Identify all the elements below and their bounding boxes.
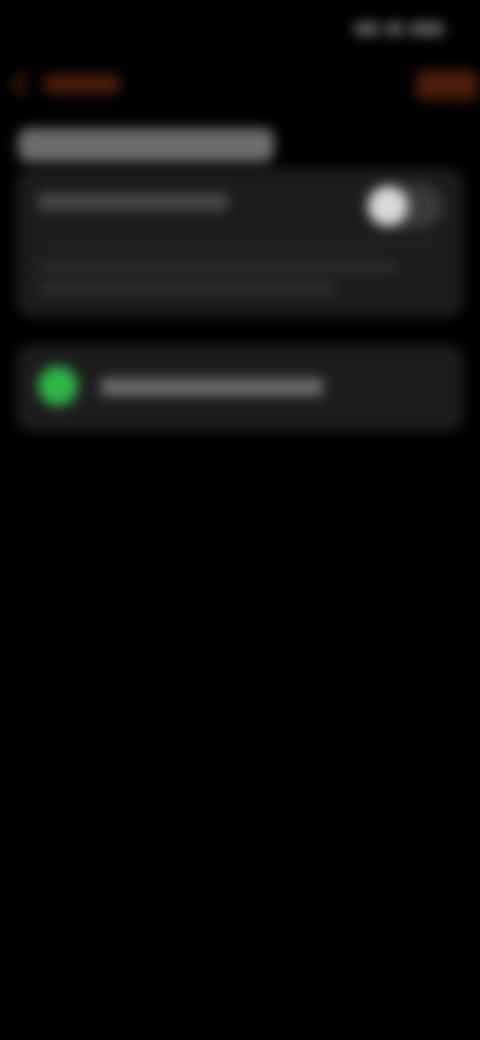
setting-description-line-2	[38, 284, 338, 294]
back-button-label	[44, 75, 120, 93]
screen	[0, 0, 480, 1040]
status-label	[100, 378, 324, 396]
setting-toggle[interactable]	[366, 184, 442, 228]
status-icons	[348, 18, 444, 40]
chevron-left-icon	[12, 71, 38, 97]
wifi-icon	[386, 22, 404, 36]
nav-action-button[interactable]	[416, 70, 478, 100]
status-time	[28, 16, 118, 40]
battery-icon	[410, 22, 444, 36]
setting-description	[38, 262, 398, 272]
status-bar	[0, 0, 480, 56]
back-button[interactable]	[8, 70, 120, 98]
card-divider	[38, 242, 442, 244]
navigation-bar	[0, 62, 480, 108]
settings-card	[16, 168, 464, 318]
status-indicator-icon	[38, 366, 78, 406]
section-title	[18, 128, 274, 162]
toggle-knob	[368, 186, 408, 226]
setting-label	[38, 194, 228, 210]
signal-icon	[354, 22, 380, 36]
status-card[interactable]	[16, 344, 464, 432]
